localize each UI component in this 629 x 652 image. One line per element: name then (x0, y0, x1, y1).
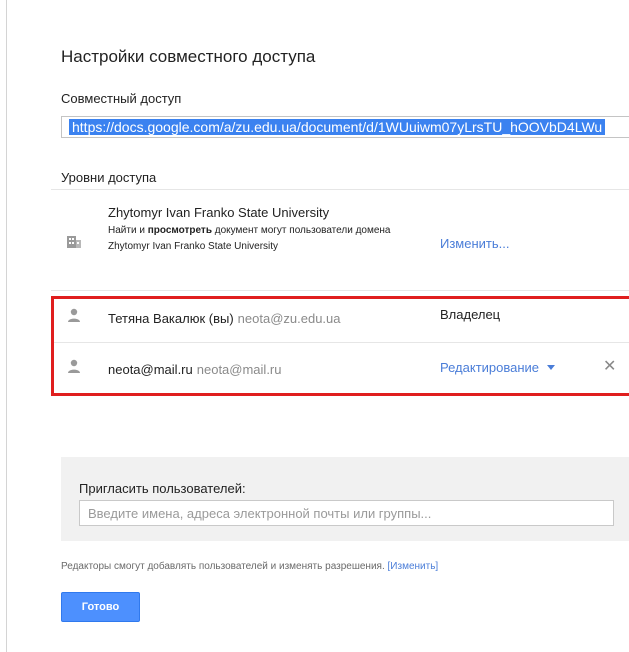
org-desc-text-1: Найти и (108, 225, 148, 236)
done-button[interactable]: Готово (61, 592, 140, 622)
invite-panel (61, 457, 629, 541)
change-org-access-link[interactable]: Изменить... (440, 236, 509, 251)
divider (51, 189, 629, 190)
building-icon (67, 236, 81, 248)
org-desc-bold: просмотреть (147, 225, 212, 236)
org-name: Zhytomyr Ivan Franko State University (108, 205, 330, 220)
access-levels-label: Уровни доступа (61, 170, 157, 185)
editors-note: Редакторы смогут добавлять пользователей… (61, 561, 438, 572)
divider (51, 290, 629, 291)
highlight-frame (51, 296, 629, 396)
editors-note-text: Редакторы смогут добавлять пользователей… (61, 561, 385, 572)
share-link-label: Совместный доступ (61, 91, 182, 106)
org-description: Найти и просмотреть документ могут польз… (108, 223, 408, 255)
invite-input[interactable] (79, 500, 614, 526)
invite-label: Пригласить пользователей: (79, 481, 246, 496)
left-border (6, 0, 7, 652)
share-link-text[interactable]: https://docs.google.com/a/zu.edu.ua/docu… (69, 119, 606, 135)
dialog-title: Настройки совместного доступа (61, 47, 316, 66)
editors-change-link[interactable]: [Изменить] (388, 561, 439, 572)
share-link-field[interactable]: https://docs.google.com/a/zu.edu.ua/docu… (61, 116, 629, 138)
